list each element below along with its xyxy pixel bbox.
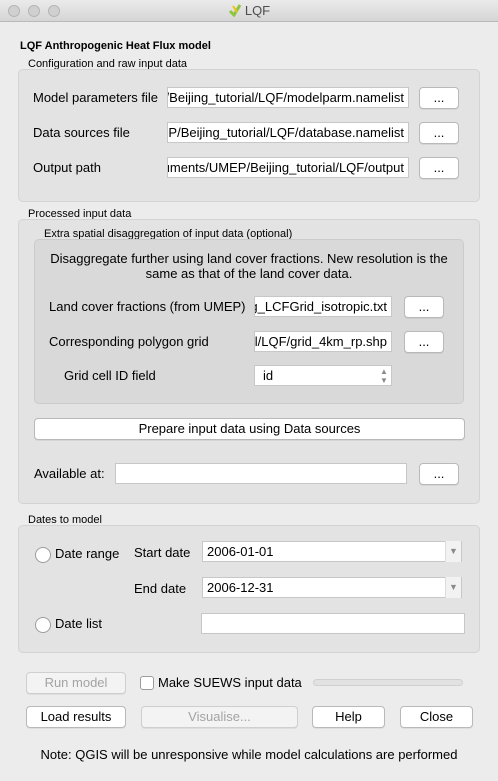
start-date-label: Start date [134,545,191,560]
help-button[interactable]: Help [312,706,385,728]
land-cover-input[interactable]: Beijing_LCFGrid_isotropic.txt [254,296,392,317]
polygon-grid-label: Corresponding polygon grid [49,334,209,349]
model-params-label: Model parameters file [33,90,158,105]
model-params-input[interactable]: UMEP/Beijing_tutorial/LQF/modelparm.name… [167,87,409,108]
start-date-input[interactable]: 2006-01-01 [202,541,462,562]
output-path-input[interactable]: Documents/UMEP/Beijing_tutorial/LQF/outp… [167,157,409,178]
available-at-label: Available at: [34,466,105,481]
load-results-button[interactable]: Load results [26,706,126,728]
available-at-browse-button[interactable]: ... [419,463,459,485]
output-path-label: Output path [33,160,101,175]
data-sources-browse-button[interactable]: ... [419,122,459,144]
date-range-radio[interactable] [35,547,51,563]
model-title: LQF Anthropogenic Heat Flux model [20,40,211,52]
extra-description: Disaggregate further using land cover fr… [34,251,464,281]
visualise-button[interactable]: Visualise... [141,706,298,728]
run-model-button[interactable]: Run model [26,672,126,694]
grid-id-select[interactable]: id [254,365,392,386]
start-date-dropdown-icon[interactable]: ▼ [445,541,461,562]
extra-description-line1: Disaggregate further using land cover fr… [50,251,448,266]
data-sources-input[interactable]: UMEP/Beijing_tutorial/LQF/database.namel… [167,122,409,143]
date-list-label[interactable]: Date list [55,616,102,631]
date-list-input[interactable] [201,613,465,634]
date-list-radio[interactable] [35,617,51,633]
window-title-area: LQF [0,3,498,18]
footer-note: Note: QGIS will be unresponsive while mo… [40,747,458,762]
output-path-browse-button[interactable]: ... [419,157,459,179]
end-date-dropdown-icon[interactable]: ▼ [445,577,461,598]
grid-id-label: Grid cell ID field [64,368,156,383]
land-cover-label: Land cover fractions (from UMEP) [49,299,246,314]
end-date-input[interactable]: 2006-12-31 [202,577,462,598]
grid-id-select-arrows-icon[interactable]: ▲ ▼ [376,365,392,386]
land-cover-browse-button[interactable]: ... [404,296,444,318]
make-suews-checkbox[interactable] [140,676,154,690]
model-params-browse-button[interactable]: ... [419,87,459,109]
progress-bar [313,679,463,686]
available-at-input[interactable] [115,463,407,484]
polygon-grid-input[interactable]: Beijing_tutorial/LQF/grid_4km_rp.shp [254,331,392,352]
make-suews-label[interactable]: Make SUEWS input data [158,675,302,690]
data-sources-label: Data sources file [33,125,130,140]
qgis-logo-icon [228,4,242,18]
polygon-grid-browse-button[interactable]: ... [404,331,444,353]
date-range-label[interactable]: Date range [55,546,119,561]
close-button[interactable]: Close [400,706,473,728]
extra-description-line2: same as that of the land cover data. [145,266,353,281]
window-title: LQF [244,3,271,18]
prepare-input-button[interactable]: Prepare input data using Data sources [34,418,465,440]
end-date-label: End date [134,581,187,596]
